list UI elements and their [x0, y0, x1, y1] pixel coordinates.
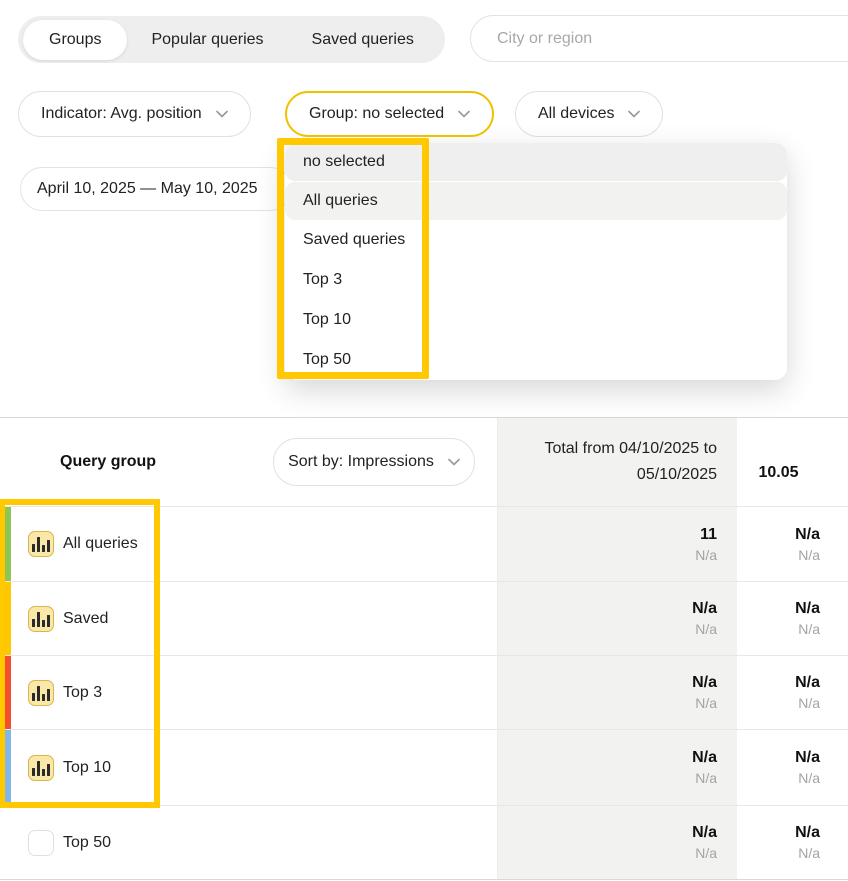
metric-subvalue: N/a — [798, 770, 820, 786]
group-filter-label: Group: no selected — [309, 105, 444, 123]
metric-subvalue: N/a — [798, 621, 820, 637]
row-label: Top 10 — [63, 759, 111, 777]
metric-subvalue: N/a — [798, 547, 820, 563]
header-total-cell: Total from 04/10/2025 to 05/10/2025 — [497, 418, 737, 506]
tab-groups[interactable]: Groups — [23, 20, 127, 60]
metric-column-header: 10.05 — [758, 464, 798, 482]
table-row[interactable]: Top 50 N/a N/a N/a N/a — [0, 805, 848, 879]
row-total-cell: N/a N/a — [497, 656, 737, 729]
dropdown-option-top-10[interactable]: Top 10 — [285, 300, 787, 340]
total-subvalue: N/a — [695, 695, 717, 711]
view-tabbar: Groups Popular queries Saved queries — [18, 16, 445, 63]
query-groups-page: Groups Popular queries Saved queries Ind… — [0, 0, 848, 881]
row-total-cell: N/a N/a — [497, 582, 737, 655]
chevron-down-icon — [448, 453, 460, 471]
bar-chart-icon[interactable] — [28, 531, 54, 557]
row-metric-cell: N/a N/a — [737, 507, 848, 581]
bar-chart-icon[interactable] — [28, 755, 54, 781]
chevron-down-icon — [216, 110, 228, 118]
row-total-cell: N/a N/a — [497, 730, 737, 805]
date-range-label: April 10, 2025 — May 10, 2025 — [37, 180, 258, 198]
row-group-cell: Top 10 — [0, 730, 497, 805]
row-color-stripe — [5, 507, 11, 581]
bar-chart-icon[interactable] — [28, 680, 54, 706]
row-color-stripe — [5, 730, 11, 805]
table-row[interactable]: Top 10 N/a N/a N/a N/a — [0, 729, 848, 805]
checkbox-unchecked[interactable] — [28, 830, 54, 856]
tab-saved-queries[interactable]: Saved queries — [288, 16, 438, 63]
header-query-group-cell: Query group Sort by: Impressions — [0, 418, 497, 506]
row-group-cell: Saved — [0, 582, 497, 655]
row-label: All queries — [63, 535, 138, 553]
row-group-cell: Top 3 — [0, 656, 497, 729]
row-label: Top 50 — [63, 834, 111, 852]
total-value: N/a — [692, 600, 717, 618]
row-group-cell: All queries — [0, 507, 497, 581]
indicator-filter-dropdown[interactable]: Indicator: Avg. position — [18, 91, 251, 137]
metric-value: N/a — [795, 824, 820, 842]
total-subvalue: N/a — [695, 621, 717, 637]
table-header-row: Query group Sort by: Impressions Total f… — [0, 418, 848, 506]
row-metric-cell: N/a N/a — [737, 730, 848, 805]
metric-subvalue: N/a — [798, 695, 820, 711]
group-filter-dropdown[interactable]: Group: no selected — [285, 91, 494, 137]
table-row[interactable]: Top 3 N/a N/a N/a N/a — [0, 655, 848, 729]
row-label: Top 3 — [63, 684, 102, 702]
row-total-cell: N/a N/a — [497, 806, 737, 879]
total-value: 11 — [700, 526, 717, 544]
query-groups-table: Query group Sort by: Impressions Total f… — [0, 417, 848, 880]
dropdown-option-top-3[interactable]: Top 3 — [285, 260, 787, 300]
row-color-stripe — [5, 582, 11, 655]
dropdown-option-all-queries[interactable]: All queries — [285, 182, 787, 220]
total-value: N/a — [692, 824, 717, 842]
header-metric-cell: 10.05 — [737, 418, 848, 506]
dropdown-option-no-selected[interactable]: no selected — [285, 143, 787, 181]
sort-by-dropdown[interactable]: Sort by: Impressions — [273, 438, 475, 486]
total-column-header-line1: Total from 04/10/2025 to — [544, 436, 717, 462]
city-region-input[interactable] — [470, 15, 848, 62]
metric-value: N/a — [795, 749, 820, 767]
row-color-stripe — [5, 656, 11, 729]
devices-filter-label: All devices — [538, 105, 614, 123]
tab-popular-queries[interactable]: Popular queries — [127, 16, 287, 63]
row-total-cell: 11 N/a — [497, 507, 737, 581]
total-subvalue: N/a — [695, 770, 717, 786]
bar-chart-icon[interactable] — [28, 606, 54, 632]
total-subvalue: N/a — [695, 845, 717, 861]
group-dropdown-menu: no selected All queries Saved queries To… — [285, 143, 787, 380]
sort-by-label: Sort by: Impressions — [288, 453, 434, 471]
metric-value: N/a — [795, 526, 820, 544]
query-group-header-label: Query group — [60, 453, 156, 471]
metric-subvalue: N/a — [798, 845, 820, 861]
indicator-filter-label: Indicator: Avg. position — [41, 105, 202, 123]
total-value: N/a — [692, 674, 717, 692]
row-metric-cell: N/a N/a — [737, 806, 848, 879]
row-group-cell: Top 50 — [0, 806, 497, 879]
row-metric-cell: N/a N/a — [737, 656, 848, 729]
table-row[interactable]: Saved N/a N/a N/a N/a — [0, 581, 848, 655]
total-column-header-line2: 05/10/2025 — [637, 462, 717, 488]
row-label: Saved — [63, 610, 108, 628]
date-range-picker[interactable]: April 10, 2025 — May 10, 2025 — [20, 167, 292, 211]
chevron-down-icon — [628, 110, 640, 118]
dropdown-option-saved-queries[interactable]: Saved queries — [285, 220, 787, 260]
table-row[interactable]: All queries 11 N/a N/a N/a — [0, 506, 848, 581]
metric-value: N/a — [795, 674, 820, 692]
total-value: N/a — [692, 749, 717, 767]
metric-value: N/a — [795, 600, 820, 618]
total-subvalue: N/a — [695, 547, 717, 563]
dropdown-option-top-50[interactable]: Top 50 — [285, 340, 787, 380]
devices-filter-dropdown[interactable]: All devices — [515, 91, 663, 137]
chevron-down-icon — [458, 110, 470, 118]
row-metric-cell: N/a N/a — [737, 582, 848, 655]
